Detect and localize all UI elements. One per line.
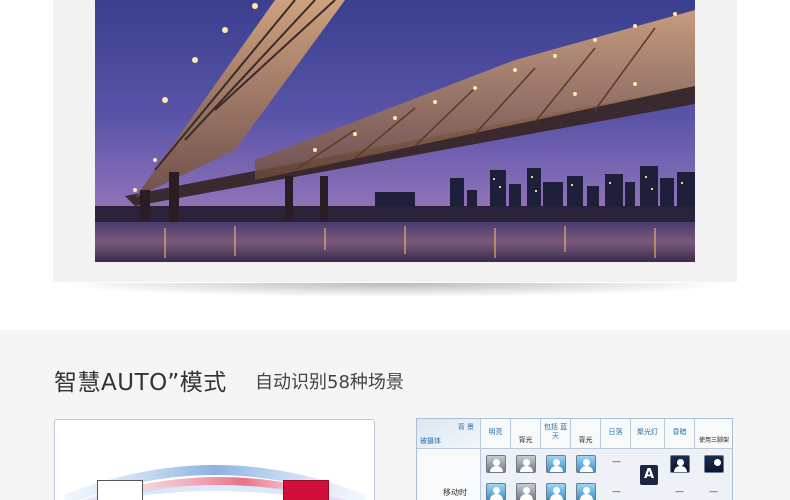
scene-recognition-illustration [54,419,375,500]
scene-backlight-sky-moving-icon [576,483,596,500]
col-header: 昏暗 [665,419,695,449]
face-scene-icon [97,480,143,500]
scene-backlight-icon [516,455,536,473]
scene-dark-icon [670,455,690,473]
page: 智慧AUTO”模式 自动识别58种场景 背 景 被摄体 明亮 背光 包括 蓝天 … [0,0,790,500]
section-title: 智慧AUTO”模式 [54,370,227,396]
scene-table: 背 景 被摄体 明亮 背光 包括 蓝天 背光 日落 聚光灯 昏暗 使用三脚架 移… [416,418,733,500]
portrait-mode-icon [283,480,329,500]
corner-background-label: 背 景 [457,423,474,431]
auto-spotlight-icon: A [640,465,658,485]
dash-mark: — [709,487,718,497]
scene-bright-moving-icon [486,483,506,500]
col-header: 明亮 [481,419,511,449]
col-header: 背光 [511,419,541,449]
photo-frame [53,0,737,282]
col-header: 使用三脚架 [695,419,732,449]
table-corner-header: 背 景 被摄体 [417,419,481,449]
scene-backlight-moving-icon [516,483,536,500]
col-header: 背光 [571,419,601,449]
dash-mark: — [675,487,684,497]
scene-tripod-icon [704,455,724,473]
scene-bluesky-icon [546,455,566,473]
col-header: 包括 蓝天 [541,419,571,449]
col-header: 日落 [601,419,631,449]
photo-shadow [60,283,730,297]
section-subtitle: 自动识别58种场景 [255,372,404,393]
auto-mode-section: 智慧AUTO”模式 自动识别58种场景 背 景 被摄体 明亮 背光 包括 蓝天 … [0,330,790,500]
row-header: 移动时 [417,449,481,500]
bridge-night-photo [95,0,695,262]
scene-backlight-sky-icon [576,455,596,473]
corner-subject-label: 被摄体 [420,437,441,445]
scene-bluesky-moving-icon [546,483,566,500]
dash-mark: — [612,487,621,497]
col-header: 聚光灯 [631,419,665,449]
scene-bright-icon [486,455,506,473]
dash-mark: — [612,457,621,467]
